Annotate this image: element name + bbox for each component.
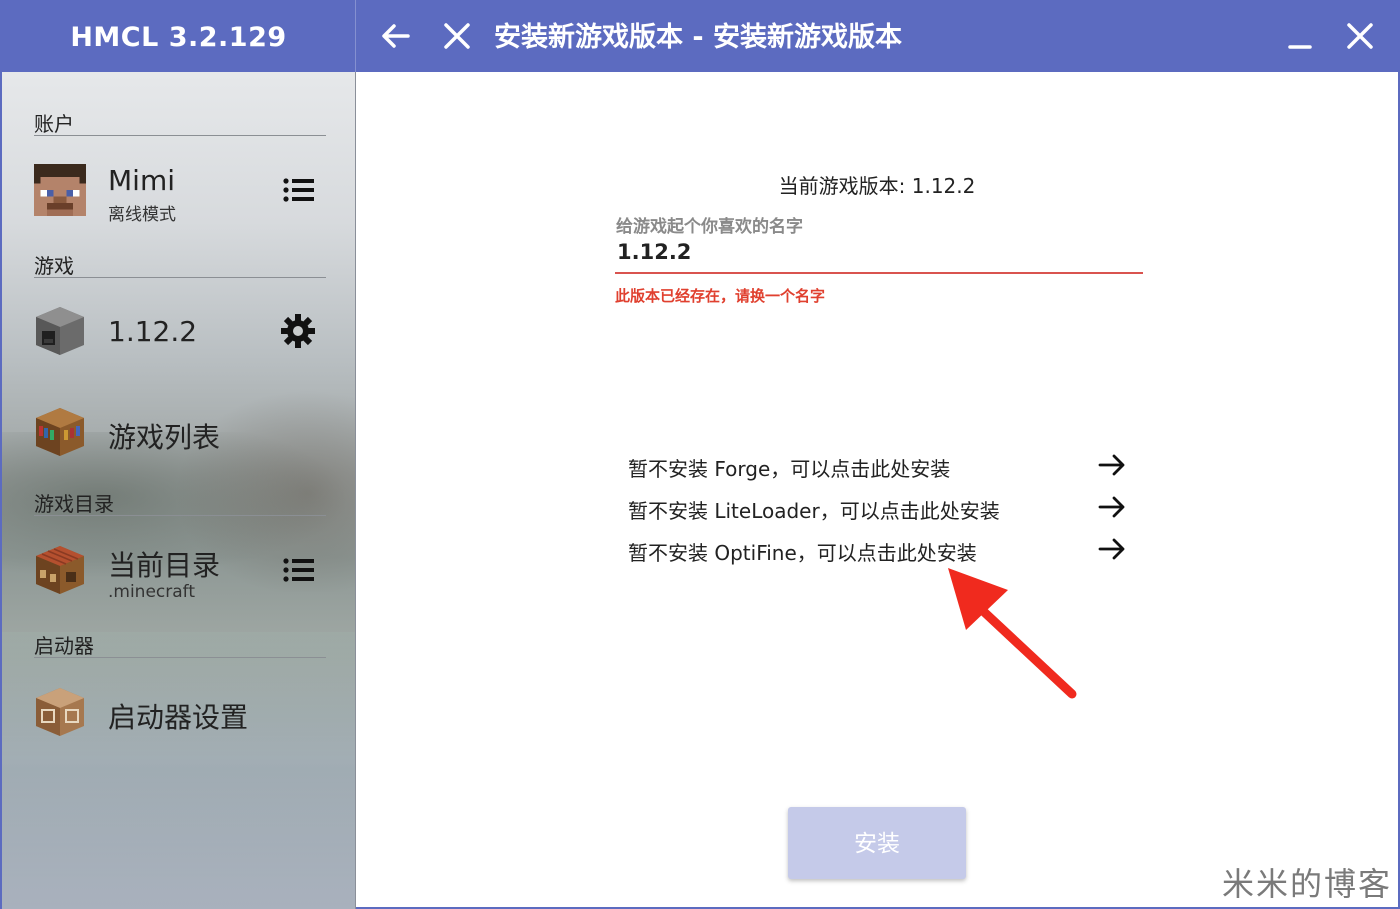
launcher-settings-item[interactable]: 启动器设置: [34, 682, 326, 746]
arrow-right-icon: [1098, 496, 1125, 518]
dir-menu-button[interactable]: [280, 552, 316, 588]
install-forge-label: 暂不安装 Forge，可以点击此处安装: [628, 457, 951, 481]
version-label: 1.12.2: [108, 315, 198, 348]
install-liteloader-label: 暂不安装 LiteLoader，可以点击此处安装: [628, 499, 1000, 523]
page-title: 安装新游戏版本 - 安装新游戏版本: [494, 22, 903, 53]
game-list-label: 游戏列表: [108, 421, 221, 454]
install-liteloader-row[interactable]: 暂不安装 LiteLoader，可以点击此处安装: [628, 487, 1128, 527]
install-button[interactable]: 安装: [788, 807, 966, 879]
bookshelf-icon: [36, 408, 84, 456]
annotation-arrow-icon: [948, 568, 1077, 699]
current-dir-path: .minecraft: [108, 582, 196, 602]
watermark: 米米的博客: [1221, 865, 1392, 903]
section-launcher-label: 启动器: [34, 634, 94, 658]
minimize-button[interactable]: [1282, 18, 1318, 54]
title-bar: HMCL 3.2.129 安装新游戏版本 - 安装新游戏版本: [2, 0, 1400, 72]
title-divider: [355, 0, 356, 72]
install-forge-row[interactable]: 暂不安装 Forge，可以点击此处安装: [628, 445, 1128, 485]
section-game-dir-label: 游戏目录: [34, 492, 114, 516]
close-window-button[interactable]: [1342, 18, 1378, 54]
section-game-label: 游戏: [34, 254, 74, 278]
divider: [34, 277, 326, 278]
app-window: HMCL 3.2.129 安装新游戏版本 - 安装新游戏版本 账户 Mimi 离…: [0, 0, 1400, 909]
divider: [34, 135, 326, 136]
gear-icon: [281, 314, 315, 348]
launcher-settings-label: 启动器设置: [108, 701, 249, 734]
close-page-button[interactable]: [439, 18, 475, 54]
arrow-right-icon: [1098, 454, 1125, 476]
list-icon: [283, 558, 314, 582]
divider: [34, 515, 326, 516]
version-settings-button[interactable]: [280, 313, 316, 349]
name-error-message: 此版本已经存在，请换一个名字: [615, 287, 826, 305]
version-name-input[interactable]: [615, 232, 1143, 274]
current-dir-item[interactable]: 当前目录 .minecraft: [34, 540, 326, 604]
minimize-icon: [1288, 45, 1312, 49]
install-optifine-label: 暂不安装 OptiFine，可以点击此处安装: [628, 541, 977, 565]
arrow-left-icon: [382, 24, 410, 48]
account-mode: 离线模式: [108, 205, 176, 225]
version-item[interactable]: 1.12.2: [34, 301, 326, 365]
command-block-icon: [36, 688, 84, 736]
current-version-text: 当前游戏版本: 1.12.2: [778, 174, 976, 198]
app-title: HMCL 3.2.129: [70, 22, 287, 53]
back-button[interactable]: [378, 18, 414, 54]
game-list-item[interactable]: 游戏列表: [34, 402, 326, 466]
current-dir-label: 当前目录: [108, 549, 221, 582]
section-account-label: 账户: [34, 112, 74, 136]
crafting-table-icon: [36, 546, 84, 594]
close-icon: [444, 23, 470, 49]
arrow-right-icon: [1098, 538, 1125, 560]
divider: [34, 657, 326, 658]
close-icon: [1347, 23, 1373, 49]
furnace-icon: [36, 307, 84, 355]
